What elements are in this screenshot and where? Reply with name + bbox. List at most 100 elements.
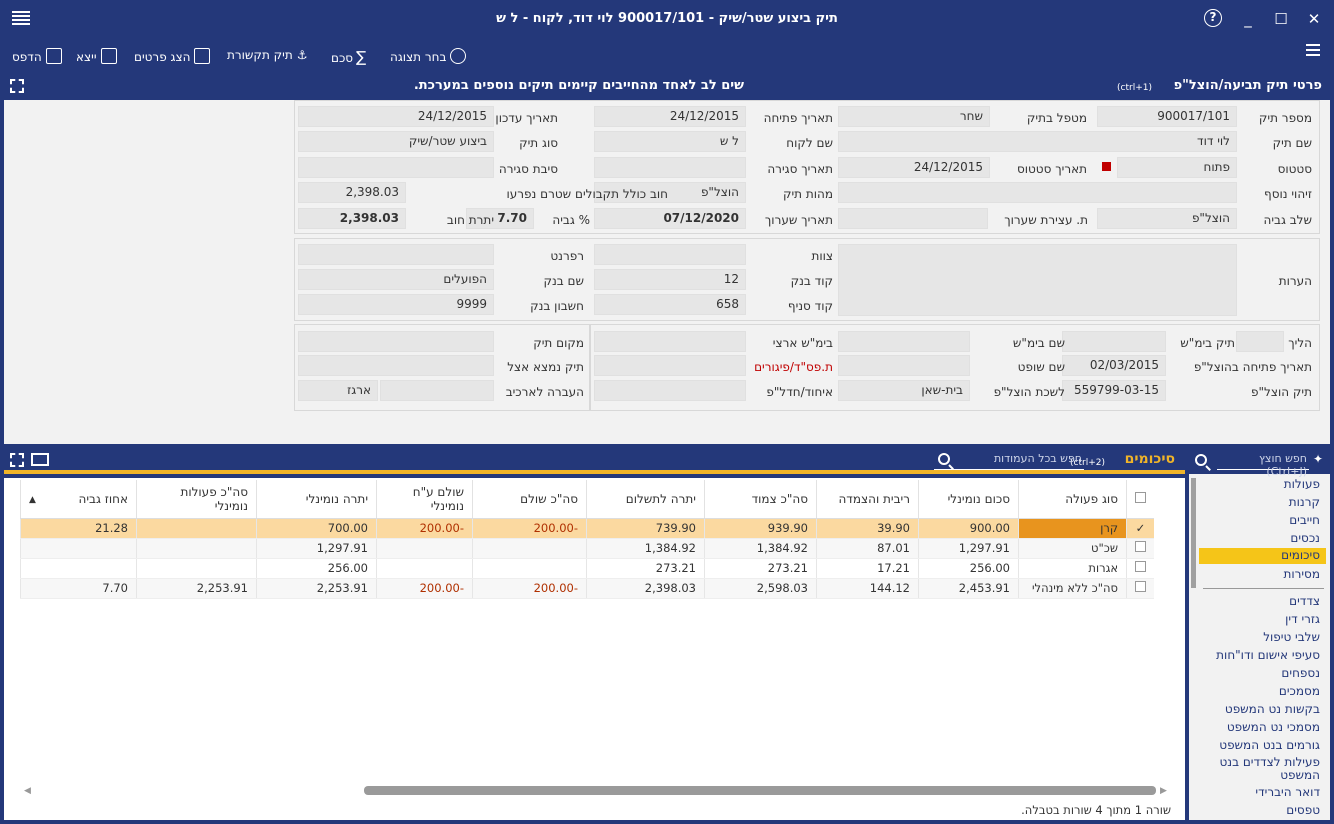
sidebar-item-parties[interactable]: צדדים xyxy=(1289,594,1320,608)
archive-box-field[interactable]: ארגז xyxy=(298,380,378,401)
sidebar-item-net-requests[interactable]: בקשות נט המשפט xyxy=(1225,702,1320,716)
exec-open-date-field[interactable]: 02/03/2015 xyxy=(1062,355,1166,376)
file-number-field[interactable]: 900017/101 xyxy=(1097,106,1237,127)
exec-open-date-label: תאריך פתיחה בהוצל"פ xyxy=(1193,360,1312,374)
judge-name-field[interactable] xyxy=(838,355,970,376)
exec-file-field[interactable]: 559799-03-15 xyxy=(1062,380,1166,401)
col-total-linked[interactable]: סה"כ צמוד xyxy=(704,480,817,519)
file-name-field[interactable]: לוי דוד xyxy=(838,131,1237,152)
sidebar-item-funds[interactable]: קרנות xyxy=(1289,495,1320,509)
branch-code-field[interactable]: 658 xyxy=(594,294,746,315)
col-total-paid[interactable]: סה"כ שולם xyxy=(472,480,587,519)
show-details-button[interactable]: הצג פרטים xyxy=(134,48,211,66)
client-name-field[interactable]: ל ש xyxy=(594,131,746,152)
sidebar-item-verdicts[interactable]: גזרי דין xyxy=(1285,612,1320,626)
row-checkbox[interactable] xyxy=(1135,561,1146,572)
menu-icon[interactable] xyxy=(1306,44,1320,56)
row-checkbox[interactable] xyxy=(1135,581,1146,592)
scroll-right-icon[interactable]: ▶ xyxy=(1160,786,1167,796)
scroll-left-icon[interactable]: ◀ xyxy=(24,786,31,796)
update-date-field[interactable]: 24/12/2015 xyxy=(298,106,494,127)
sidebar-item-documents[interactable]: מסמכים xyxy=(1279,684,1320,698)
sidebar-scrollbar[interactable] xyxy=(1191,478,1196,588)
pin-icon[interactable]: ✦ xyxy=(1313,452,1323,466)
bank-account-field[interactable]: 9999 xyxy=(298,294,494,315)
appeal-stop-field[interactable] xyxy=(838,208,988,229)
sidebar-item-forms[interactable]: טפסים xyxy=(1286,803,1320,817)
summary-search-input[interactable]: חפש בכל העמודות xyxy=(934,452,1084,470)
sidebar-item-debtors[interactable]: חייבים xyxy=(1289,513,1320,527)
col-action-type[interactable]: סוג פעולה xyxy=(1018,480,1127,519)
close-reason-field[interactable] xyxy=(298,157,494,178)
extra-id-field[interactable] xyxy=(838,182,1237,203)
procedure-field[interactable] xyxy=(1236,331,1284,352)
sum-button[interactable]: ∑סכם xyxy=(331,48,366,66)
verdict-date-field[interactable] xyxy=(594,355,746,376)
sidebar-item-charges[interactable]: סעיפי אישום ודו"חות xyxy=(1216,648,1320,662)
archive-field[interactable] xyxy=(380,380,494,401)
table-row[interactable]: שכ"ט 1,297.91 87.01 1,384.92 1,384.92 1,… xyxy=(20,538,1154,559)
handler-field[interactable]: שחר xyxy=(838,106,990,127)
collection-stage-field[interactable]: הוצל"פ xyxy=(1097,208,1237,229)
col-nominal-amount[interactable]: סכום נומינלי xyxy=(918,480,1019,519)
status-date-field[interactable]: 24/12/2015 xyxy=(838,157,990,178)
col-balance-due[interactable]: יתרה לתשלום xyxy=(586,480,705,519)
bank-name-field[interactable]: הפועלים xyxy=(298,269,494,290)
expand-grid-icon[interactable] xyxy=(10,453,24,467)
sidebar-item-assets[interactable]: נכסים xyxy=(1290,531,1320,545)
expand-icon[interactable] xyxy=(10,79,24,93)
search-icon[interactable] xyxy=(1195,454,1207,466)
link-file-button[interactable]: ⚓תיק תקשורת xyxy=(227,48,308,66)
sidebar-item-deliveries[interactable]: מסירות xyxy=(1283,567,1320,581)
sidebar-item-stages[interactable]: שלבי טיפול xyxy=(1263,630,1320,644)
close-date-field[interactable] xyxy=(594,157,746,178)
tab-search-input[interactable]: חפש חוצץ (Ctrl+J) xyxy=(1217,452,1309,478)
merge-field[interactable] xyxy=(594,380,746,401)
maximize-button[interactable]: ☐ xyxy=(1271,9,1291,29)
choose-view-button[interactable]: בחר תצוגה xyxy=(390,48,467,66)
file-type-field[interactable]: ביצוע שטר/שיק xyxy=(298,131,494,152)
status-field[interactable]: פתוח xyxy=(1117,157,1237,178)
sidebar-item-net-activity[interactable]: פעילות לצדדים בנט המשפט xyxy=(1208,756,1320,782)
row-checkbox[interactable]: ✓ xyxy=(1126,518,1154,539)
verdict-date-link[interactable]: ת.פס"ד/פיגורים xyxy=(754,360,833,374)
file-location-field[interactable] xyxy=(298,331,494,352)
export-button[interactable]: ייצא xyxy=(76,48,117,66)
col-nominal-balance[interactable]: יתרה נומינלי xyxy=(256,480,377,519)
row-checkbox[interactable] xyxy=(1135,541,1146,552)
sidebar-item-actions[interactable]: פעולות xyxy=(1284,477,1320,491)
court-region-field[interactable] xyxy=(594,331,746,352)
col-collection-pct[interactable]: אחוז גביה ▲ xyxy=(20,480,137,519)
search-icon[interactable] xyxy=(938,453,950,465)
exec-office-field[interactable]: בית-שאן xyxy=(838,380,970,401)
col-interest[interactable]: ריבית והצמדה xyxy=(816,480,919,519)
court-file-field[interactable] xyxy=(1062,331,1166,352)
summary-header: סיכומים (ctrl+2) חפש בכל העמודות xyxy=(4,448,1185,474)
print-button[interactable]: הדפס xyxy=(12,48,62,66)
table-row[interactable]: סה"כ ללא מינהלי 2,453.91 144.12 2,598.03… xyxy=(20,578,1154,599)
appeal-date-field[interactable]: 07/12/2020 xyxy=(594,208,746,229)
sidebar-item-hybrid-mail[interactable]: דואר היברידי xyxy=(1255,785,1320,799)
col-total-actions[interactable]: סה"כ פעולות נומינלי xyxy=(136,480,257,519)
file-at-field[interactable] xyxy=(298,355,494,376)
table-row[interactable]: ✓ קרן 900.00 39.90 939.90 739.90 -200.00… xyxy=(20,518,1154,539)
court-name-field[interactable] xyxy=(838,331,970,352)
monitor-icon[interactable] xyxy=(31,453,49,466)
horizontal-scrollbar[interactable] xyxy=(364,786,1156,795)
sidebar-item-summaries[interactable]: סיכומים xyxy=(1199,548,1326,564)
sidebar-item-appendices[interactable]: נספחים xyxy=(1281,666,1320,680)
bank-code-field[interactable]: 12 xyxy=(594,269,746,290)
help-button[interactable]: ? xyxy=(1204,9,1222,27)
select-all-checkbox[interactable] xyxy=(1135,491,1146,503)
table-row[interactable]: אגרות 256.00 17.21 273.21 273.21 256.00 xyxy=(20,558,1154,579)
referent-field[interactable] xyxy=(298,244,494,265)
minimize-button[interactable]: _ xyxy=(1238,9,1258,29)
col-paid-nominal[interactable]: שולם ע"ח נומינלי xyxy=(376,480,473,519)
handler-label: מטפל בתיק xyxy=(1026,111,1087,125)
open-date-field[interactable]: 24/12/2015 xyxy=(594,106,746,127)
sidebar-item-net-documents[interactable]: מסמכי נט המשפט xyxy=(1227,720,1320,734)
sidebar-item-net-entities[interactable]: גורמים בנט המשפט xyxy=(1219,738,1320,752)
team-field[interactable] xyxy=(594,244,746,265)
close-button[interactable]: ✕ xyxy=(1304,9,1324,29)
notes-field[interactable] xyxy=(838,244,1237,316)
